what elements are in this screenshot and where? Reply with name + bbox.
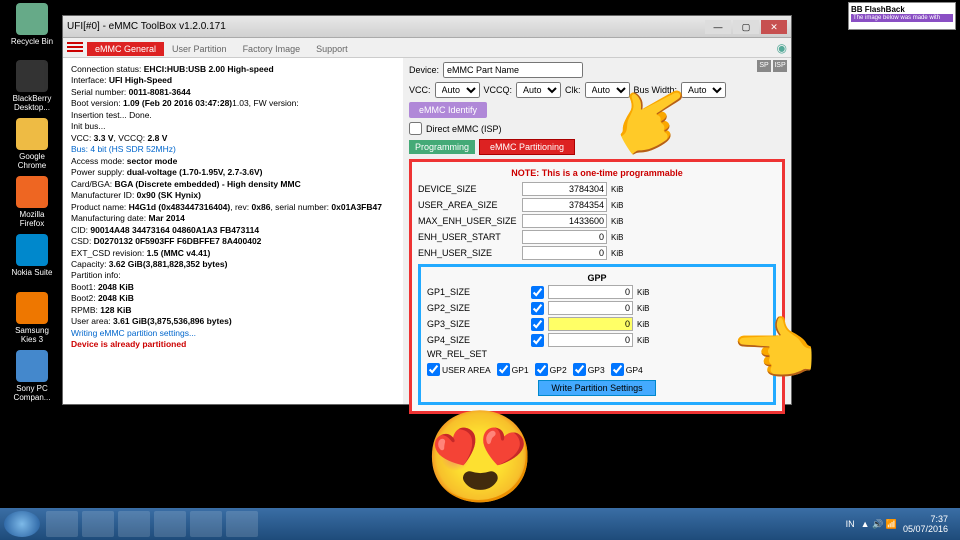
task-explorer[interactable]	[82, 511, 114, 537]
help-icon[interactable]: ◉	[777, 41, 787, 55]
user_area_size-input[interactable]	[522, 198, 607, 212]
flashback-badge: BB FlashBack The image below was made wi…	[848, 2, 956, 30]
wr-gp4[interactable]: GP4	[611, 363, 643, 376]
note-text: NOTE: This is a one-time programmable	[418, 168, 776, 178]
tab-support[interactable]: Support	[308, 42, 356, 56]
icon-sp[interactable]: SP	[757, 60, 771, 72]
gpp-title: GPP	[427, 273, 767, 283]
field-gp4_size: GP4_SIZEKiB	[427, 333, 767, 347]
device-input[interactable]	[443, 62, 583, 78]
tab-emmc-general[interactable]: eMMC General	[87, 42, 164, 56]
app-window: UFI[#0] - eMMC ToolBox v1.2.0.171 — ▢ ✕ …	[62, 15, 792, 405]
device_size-input[interactable]	[522, 182, 607, 196]
gp4_size-input[interactable]	[548, 333, 633, 347]
task-chrome[interactable]	[154, 511, 186, 537]
field-enh_user_size: ENH_USER_SIZEKiB	[418, 246, 776, 260]
taskbar[interactable]: IN ▲ 🔊 📶 7:37 05/07/2016	[0, 508, 960, 540]
device-label: Device:	[409, 65, 439, 75]
menu-icon[interactable]	[67, 42, 83, 54]
icon-isp[interactable]: ISP	[773, 60, 787, 72]
wr-gp3[interactable]: GP3	[573, 363, 605, 376]
partitioning-button[interactable]: eMMC Partitioning	[479, 139, 575, 155]
field-device_size: DEVICE_SIZEKiB	[418, 182, 776, 196]
programming-label: Programming	[409, 140, 475, 154]
task-app[interactable]	[226, 511, 258, 537]
write-partition-button[interactable]: Write Partition Settings	[538, 380, 655, 396]
toolbar: eMMC GeneralUser PartitionFactory ImageS…	[63, 38, 791, 58]
field-user_area_size: USER_AREA_SIZEKiB	[418, 198, 776, 212]
pointing-hand-emoji: 👈	[730, 310, 817, 392]
desktop-icon[interactable]: Mozilla Firefox	[8, 176, 56, 228]
task-media[interactable]	[118, 511, 150, 537]
tab-factory-image[interactable]: Factory Image	[235, 42, 309, 56]
vcc-select[interactable]: Auto	[435, 82, 480, 98]
desktop-icon[interactable]: Sony PC Compan...	[8, 350, 56, 402]
heart-eyes-emoji: 😍	[424, 405, 536, 510]
enh_user_start-input[interactable]	[522, 230, 607, 244]
field-gp1_size: GP1_SIZEKiB	[427, 285, 767, 299]
titlebar[interactable]: UFI[#0] - eMMC ToolBox v1.2.0.171 — ▢ ✕	[63, 16, 791, 38]
wr-gp2[interactable]: GP2	[535, 363, 567, 376]
task-ie[interactable]	[46, 511, 78, 537]
wr-gp1[interactable]: GP1	[497, 363, 529, 376]
gp3_size-input[interactable]	[548, 317, 633, 331]
direct-checkbox[interactable]	[409, 122, 422, 135]
task-firefox[interactable]	[190, 511, 222, 537]
enh_user_size-input[interactable]	[522, 246, 607, 260]
gp1_size-input[interactable]	[548, 285, 633, 299]
partition-box: NOTE: This is a one-time programmable DE…	[409, 159, 785, 414]
identify-button[interactable]: eMMC Identify	[409, 102, 487, 118]
close-button[interactable]: ✕	[761, 20, 787, 34]
field-enh_user_start: ENH_USER_STARTKiB	[418, 230, 776, 244]
start-button[interactable]	[4, 511, 40, 537]
tab-user-partition[interactable]: User Partition	[164, 42, 235, 56]
minimize-button[interactable]: —	[705, 20, 731, 34]
desktop-icon[interactable]: Google Chrome	[8, 118, 56, 170]
log-panel: Connection status: EHCI:HUB:USB 2.00 Hig…	[63, 58, 403, 404]
tray-icons[interactable]: ▲ 🔊 📶	[861, 519, 897, 530]
wr-user-area[interactable]: USER AREA	[427, 363, 491, 376]
desktop-icon[interactable]: Recycle Bin	[8, 3, 56, 46]
wr-label: WR_REL_SET	[427, 349, 527, 359]
field-gp2_size: GP2_SIZEKiB	[427, 301, 767, 315]
gpp-box: GPP GP1_SIZEKiB GP2_SIZEKiB GP3_SIZEKiB GP4…	[418, 264, 776, 405]
maximize-button[interactable]: ▢	[733, 20, 759, 34]
direct-label: Direct eMMC (ISP)	[426, 124, 502, 134]
desktop-icon[interactable]: Nokia Suite	[8, 234, 56, 277]
max_enh_user_size-input[interactable]	[522, 214, 607, 228]
system-tray[interactable]: IN ▲ 🔊 📶 7:37 05/07/2016	[846, 514, 956, 534]
field-gp3_size: GP3_SIZEKiB	[427, 317, 767, 331]
vccq-select[interactable]: Auto	[516, 82, 561, 98]
gp2_size-input[interactable]	[548, 301, 633, 315]
field-max_enh_user_size: MAX_ENH_USER_SIZEKiB	[418, 214, 776, 228]
window-title: UFI[#0] - eMMC ToolBox v1.2.0.171	[67, 21, 226, 32]
desktop-icon[interactable]: Samsung Kies 3	[8, 292, 56, 344]
desktop-icon[interactable]: BlackBerry Desktop...	[8, 60, 56, 112]
